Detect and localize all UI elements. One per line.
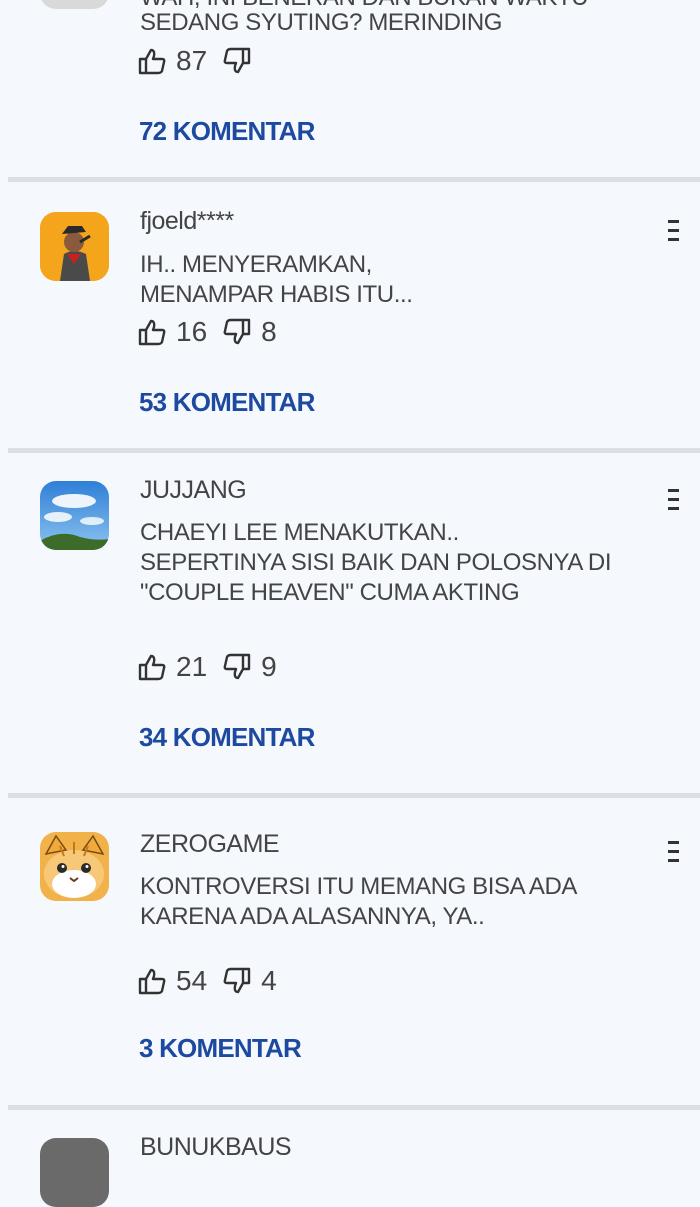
dislike-count: 8: [261, 316, 277, 347]
comments-link[interactable]: 72 KOMENTAR: [139, 116, 315, 147]
divider: [8, 793, 700, 798]
comments-link[interactable]: 3 KOMENTAR: [139, 1033, 302, 1064]
dislike-count: 4: [261, 965, 277, 996]
avatar[interactable]: [40, 1138, 109, 1207]
username[interactable]: ZEROGAME: [140, 830, 280, 859]
thumbs-down-icon[interactable]: [223, 47, 251, 75]
comment-text: MENAMPAR HABIS ITU...: [140, 281, 413, 308]
avatar[interactable]: [40, 212, 109, 281]
comments-link[interactable]: 34 KOMENTAR: [139, 722, 315, 753]
comment-text: IH.. MENYERAMKAN,: [140, 251, 372, 278]
character-avatar-image: [40, 212, 109, 281]
divider: [8, 177, 700, 182]
like-count: 21: [176, 651, 208, 682]
more-menu-icon[interactable]: [668, 841, 682, 863]
comment-text: CHAEYI LEE MENAKUTKAN..: [140, 519, 459, 546]
more-menu-icon[interactable]: [668, 489, 682, 511]
sky-avatar-image: [40, 481, 109, 550]
comment-text: KONTROVERSI ITU MEMANG BISA ADA: [140, 873, 578, 900]
thumbs-down-icon[interactable]: [223, 318, 251, 346]
username[interactable]: JUJJANG: [140, 476, 247, 505]
thumbs-down-icon[interactable]: [223, 653, 251, 681]
comment-text: SEPERTINYA SISI BAIK DAN POLOSNYA DI: [140, 549, 612, 576]
avatar[interactable]: [40, 481, 109, 550]
comments-link[interactable]: 53 KOMENTAR: [139, 387, 315, 418]
vote-row: 16 8: [138, 315, 293, 349]
thumbs-up-icon[interactable]: [138, 967, 166, 995]
thumbs-up-icon[interactable]: [138, 47, 166, 75]
divider: [8, 1105, 700, 1110]
comment-text: "COUPLE HEAVEN" CUMA AKTING: [140, 579, 520, 606]
avatar[interactable]: [40, 832, 109, 901]
comment-text: KARENA ADA ALASANNYA, YA..: [140, 903, 485, 930]
more-menu-icon[interactable]: [668, 220, 682, 242]
avatar[interactable]: [40, 0, 109, 9]
comment-text: SEDANG SYUTING? MERINDING: [140, 9, 503, 36]
vote-row: 21 9: [138, 650, 293, 684]
vote-row: 87: [138, 44, 251, 78]
like-count: 16: [176, 316, 208, 347]
cat-avatar-image: [40, 832, 109, 901]
like-count: 54: [176, 965, 208, 996]
thumbs-up-icon[interactable]: [138, 318, 166, 346]
dislike-count: 9: [261, 651, 277, 682]
like-count: 87: [176, 45, 208, 76]
username[interactable]: fjoeld****: [140, 207, 234, 236]
divider: [8, 448, 700, 453]
username[interactable]: BUNUKBAUS: [140, 1133, 292, 1162]
vote-row: 54 4: [138, 964, 293, 998]
thumbs-up-icon[interactable]: [138, 653, 166, 681]
thumbs-down-icon[interactable]: [223, 967, 251, 995]
